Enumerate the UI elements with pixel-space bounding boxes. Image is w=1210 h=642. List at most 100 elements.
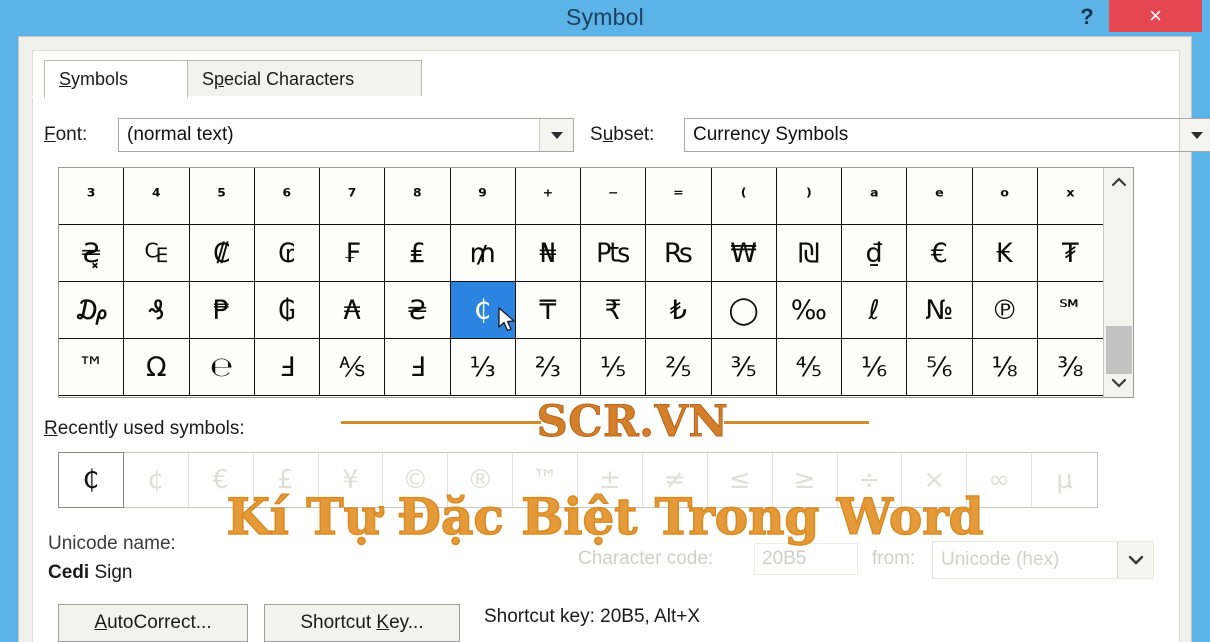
symbol-cell[interactable]: ⅕: [581, 339, 647, 396]
recent-symbol[interactable]: µ: [1032, 453, 1097, 507]
symbol-cell[interactable]: Ⅎ: [385, 339, 451, 396]
font-combobox[interactable]: (normal text): [118, 118, 574, 152]
recent-symbols-grid[interactable]: ₵ ¢ € £ ¥ © ® ™ ± ≠ ≤ ≥ ÷ × ∞ µ: [58, 452, 1098, 508]
symbol-cell[interactable]: ₧: [581, 225, 647, 282]
scrollbar-thumb[interactable]: [1106, 326, 1132, 374]
symbol-cell[interactable]: ₴͓: [59, 225, 125, 282]
symbol-cell[interactable]: ℠: [1037, 282, 1103, 339]
symbol-cell[interactable]: ⅖: [646, 339, 712, 396]
recent-symbol[interactable]: £: [254, 453, 319, 507]
symbol-cell[interactable]: ₳: [320, 282, 386, 339]
symbol-cell[interactable]: ⁹: [450, 168, 516, 225]
recent-symbol[interactable]: ≠: [643, 453, 708, 507]
recent-symbol[interactable]: ×: [902, 453, 968, 507]
close-icon[interactable]: ×: [1109, 0, 1202, 32]
symbol-cell[interactable]: ₸: [515, 282, 581, 339]
from-combobox[interactable]: Unicode (hex): [932, 541, 1154, 579]
symbol-cell[interactable]: ᵉ: [907, 168, 973, 225]
symbol-cell[interactable]: ₭: [972, 225, 1038, 282]
symbol-cell[interactable]: ⅓: [450, 339, 516, 396]
tab-symbols[interactable]: Symbols: [44, 60, 188, 98]
symbol-cell[interactable]: ₫: [842, 225, 908, 282]
scroll-up-icon[interactable]: [1104, 168, 1133, 196]
symbol-cell[interactable]: ⁾: [776, 168, 842, 225]
symbol-cell[interactable]: ₤: [385, 225, 451, 282]
symbol-cell[interactable]: €: [907, 225, 973, 282]
recent-symbol[interactable]: ±: [578, 453, 643, 507]
symbol-cell[interactable]: ℮: [189, 339, 255, 396]
help-icon[interactable]: ?: [1072, 0, 1102, 34]
tab-special-characters-label: ecial Characters: [224, 69, 355, 89]
symbol-cell[interactable]: ⅍: [320, 339, 386, 396]
chevron-down-icon[interactable]: [1117, 542, 1153, 578]
symbol-grid-scrollbar[interactable]: [1103, 168, 1133, 397]
recent-symbol[interactable]: ÷: [838, 453, 903, 507]
symbol-cell[interactable]: ‰: [776, 282, 842, 339]
symbol-cell[interactable]: ⅙: [842, 339, 908, 396]
symbol-cell[interactable]: ℗: [972, 282, 1038, 339]
symbol-cell[interactable]: ₮: [1037, 225, 1103, 282]
symbol-cell[interactable]: ₹: [581, 282, 647, 339]
chevron-down-icon[interactable]: [539, 119, 573, 151]
symbol-cell[interactable]: ⁺: [515, 168, 581, 225]
recent-symbol[interactable]: ©: [383, 453, 449, 507]
symbol-cell[interactable]: ⁴: [124, 168, 190, 225]
symbol-cell[interactable]: ₲: [254, 282, 320, 339]
tab-special-characters[interactable]: Special Characters: [187, 60, 422, 98]
recent-symbol[interactable]: ≥: [773, 453, 838, 507]
recent-symbol[interactable]: €: [189, 453, 254, 507]
symbol-cell[interactable]: ◯: [711, 282, 777, 339]
recent-symbol[interactable]: ≤: [708, 453, 773, 507]
symbol-cell[interactable]: ⅘: [776, 339, 842, 396]
symbol-cell[interactable]: ₢: [254, 225, 320, 282]
symbol-cell[interactable]: Ω: [124, 339, 190, 396]
scroll-down-icon[interactable]: [1104, 369, 1133, 397]
autocorrect-button[interactable]: AutoCorrect...: [58, 604, 248, 642]
symbol-grid[interactable]: ³ ⁴ ⁵ ⁶ ⁷ ⁸ ⁹ ⁺ ⁻ ⁼ ⁽ ⁾ ᵃ ᵉ ᵒ ˣ ₴͓ ₠ ₡ ₢ ₣ ₤ ₥ ₦ ₧ ₨ ₩ ₪ ₫ € ₭ ₮ ₯ ₰ ₱ ₲ ₳ ₴ ₵…: [59, 168, 1103, 396]
symbol-cell[interactable]: ⅔: [515, 339, 581, 396]
symbol-cell[interactable]: ⁶: [254, 168, 320, 225]
symbol-cell[interactable]: ᵃ: [842, 168, 908, 225]
shortcut-key-button[interactable]: Shortcut Key...: [264, 604, 460, 642]
chevron-down-icon[interactable]: [1179, 119, 1210, 151]
symbol-cell[interactable]: ⅜: [1037, 339, 1103, 396]
symbol-cell[interactable]: ₪: [776, 225, 842, 282]
symbol-cell[interactable]: ₥: [450, 225, 516, 282]
symbol-cell[interactable]: ₰: [124, 282, 190, 339]
symbol-cell[interactable]: Ⅎ: [254, 339, 320, 396]
recent-symbol[interactable]: ∞: [967, 453, 1033, 507]
symbol-cell[interactable]: ⁵: [189, 168, 255, 225]
symbol-cell[interactable]: ₠: [124, 225, 190, 282]
character-code-input[interactable]: 20B5: [754, 543, 858, 575]
symbol-cell[interactable]: ⁽: [711, 168, 777, 225]
subset-combobox[interactable]: Currency Symbols: [684, 118, 1210, 152]
recent-symbol-selected[interactable]: ₵: [58, 452, 124, 508]
symbol-cell[interactable]: ⁻: [581, 168, 647, 225]
symbol-cell[interactable]: ℓ: [842, 282, 908, 339]
recent-symbol[interactable]: ¢: [124, 453, 189, 507]
symbol-cell[interactable]: ⁸: [385, 168, 451, 225]
symbol-cell[interactable]: №: [907, 282, 973, 339]
symbol-cell[interactable]: ⁷: [320, 168, 386, 225]
symbol-cell[interactable]: ˣ: [1037, 168, 1103, 225]
symbol-cell[interactable]: ₱: [189, 282, 255, 339]
symbol-cell[interactable]: ₦: [515, 225, 581, 282]
symbol-cell-selected[interactable]: ₵: [450, 282, 516, 339]
symbol-cell[interactable]: ³: [59, 168, 125, 225]
recent-symbol[interactable]: ®: [448, 453, 514, 507]
symbol-cell[interactable]: ₣: [320, 225, 386, 282]
symbol-cell[interactable]: ⅗: [711, 339, 777, 396]
symbol-cell[interactable]: ₡: [189, 225, 255, 282]
symbol-cell[interactable]: ₺: [646, 282, 712, 339]
symbol-cell[interactable]: ₯: [59, 282, 125, 339]
recent-symbol[interactable]: ™: [513, 453, 578, 507]
symbol-cell[interactable]: ₨: [646, 225, 712, 282]
symbol-cell[interactable]: ™: [59, 339, 125, 396]
symbol-cell[interactable]: ᵒ: [972, 168, 1038, 225]
symbol-cell[interactable]: ₴: [385, 282, 451, 339]
symbol-cell[interactable]: ⅛: [972, 339, 1038, 396]
symbol-cell[interactable]: ₩: [711, 225, 777, 282]
symbol-cell[interactable]: ⅚: [907, 339, 973, 396]
recent-symbol[interactable]: ¥: [319, 453, 384, 507]
symbol-cell[interactable]: ⁼: [646, 168, 712, 225]
